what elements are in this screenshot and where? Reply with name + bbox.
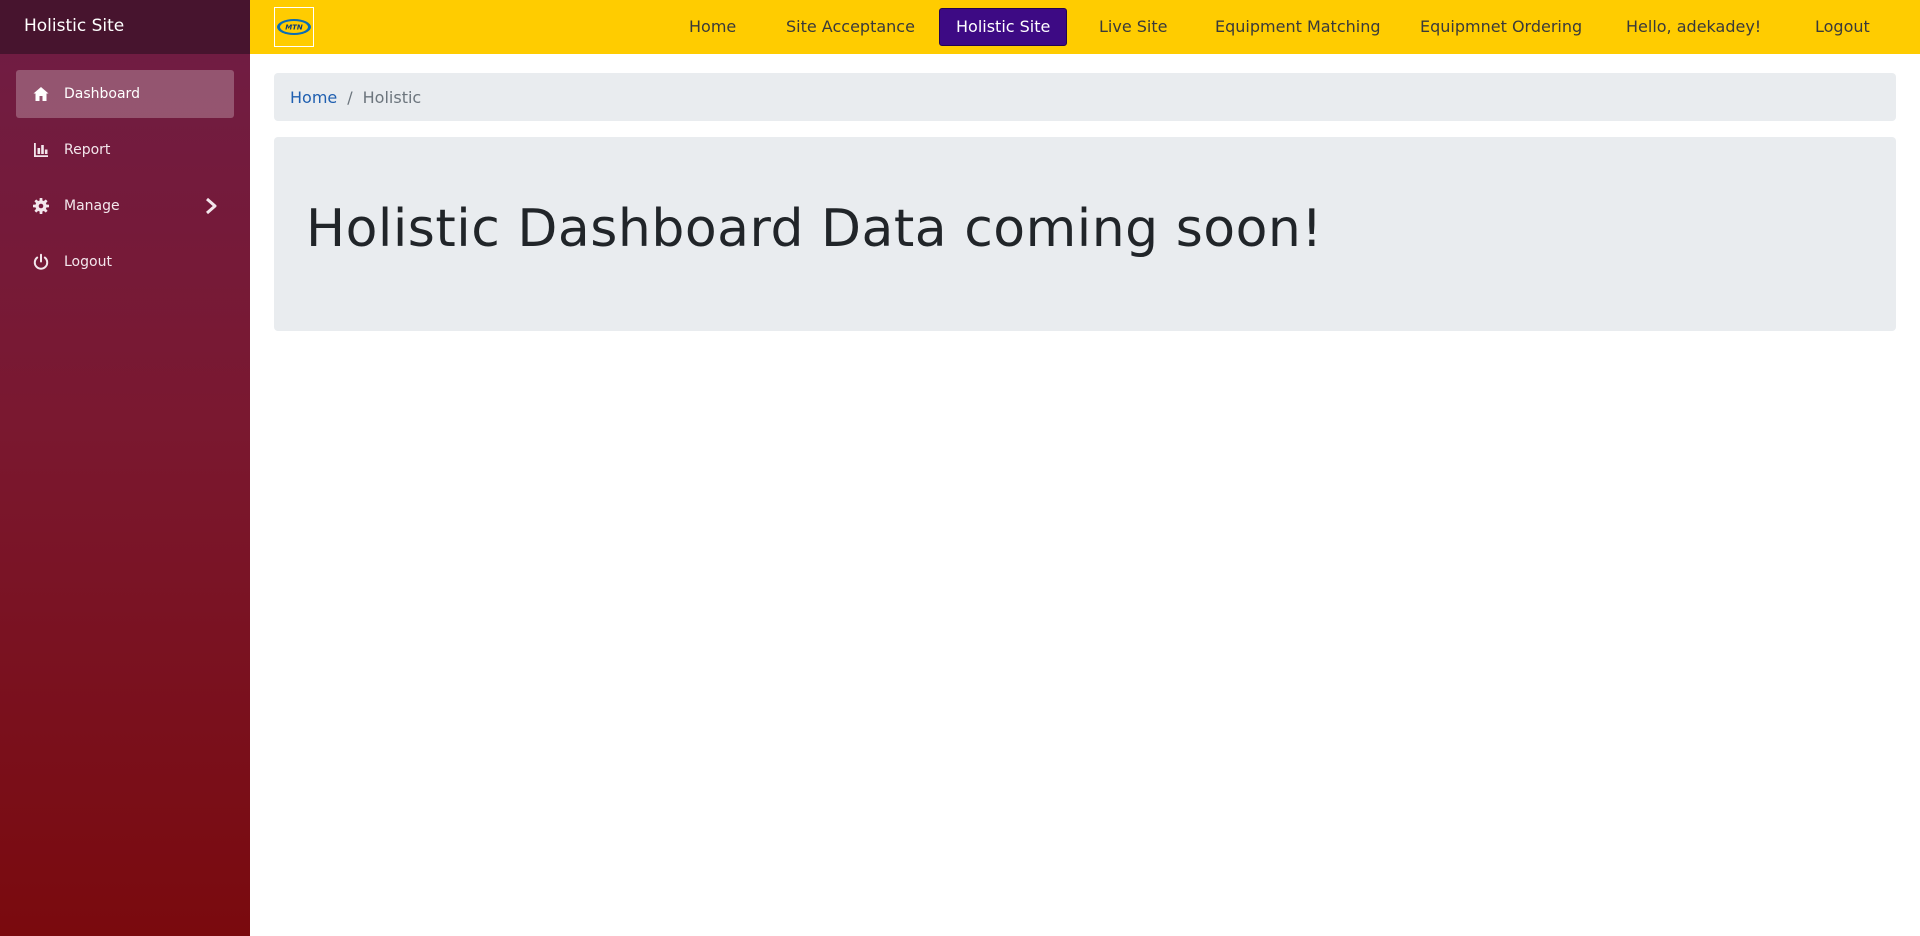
sidebar-item-label: Manage [64, 198, 120, 214]
sidebar: Holistic Site Dashboard Report Manage Lo… [0, 0, 250, 936]
sidebar-brand: Holistic Site [0, 0, 250, 54]
sidebar-item-label: Logout [64, 254, 112, 270]
sidebar-item-label: Report [64, 142, 111, 158]
breadcrumb-current: Holistic [362, 87, 422, 107]
home-icon [32, 85, 50, 103]
nav-holistic-site[interactable]: Holistic Site [939, 8, 1068, 46]
dashboard-jumbotron: Holistic Dashboard Data coming soon! [274, 137, 1896, 331]
breadcrumb-home-link[interactable]: Home [290, 88, 337, 107]
nav-logout[interactable]: Logout [1799, 8, 1886, 46]
power-icon [32, 253, 50, 271]
top-nav-links: Home Site Acceptance Holistic Site Live … [250, 0, 1920, 54]
gear-icon [32, 197, 50, 215]
sidebar-item-manage[interactable]: Manage [16, 182, 234, 230]
nav-home[interactable]: Home [673, 8, 752, 46]
nav-equipment-matching[interactable]: Equipment Matching [1199, 8, 1397, 46]
top-navbar: MTN Home Site Acceptance Holistic Site L… [250, 0, 1920, 54]
breadcrumb: Home / Holistic [274, 73, 1896, 121]
sidebar-menu: Dashboard Report Manage Logout [0, 54, 250, 286]
nav-site-acceptance[interactable]: Site Acceptance [770, 8, 931, 46]
sidebar-item-logout[interactable]: Logout [16, 238, 234, 286]
sidebar-item-label: Dashboard [64, 86, 140, 102]
sidebar-item-report[interactable]: Report [16, 126, 234, 174]
nav-user-greeting[interactable]: Hello, adekadey! [1610, 8, 1777, 46]
chevron-right-icon [204, 197, 218, 215]
page-headline: Holistic Dashboard Data coming soon! [306, 199, 1323, 259]
nav-live-site[interactable]: Live Site [1083, 8, 1183, 46]
bar-chart-icon [32, 141, 50, 159]
sidebar-item-dashboard[interactable]: Dashboard [16, 70, 234, 118]
nav-equipment-ordering[interactable]: Equipmnet Ordering [1404, 8, 1598, 46]
breadcrumb-separator: / [347, 87, 353, 107]
